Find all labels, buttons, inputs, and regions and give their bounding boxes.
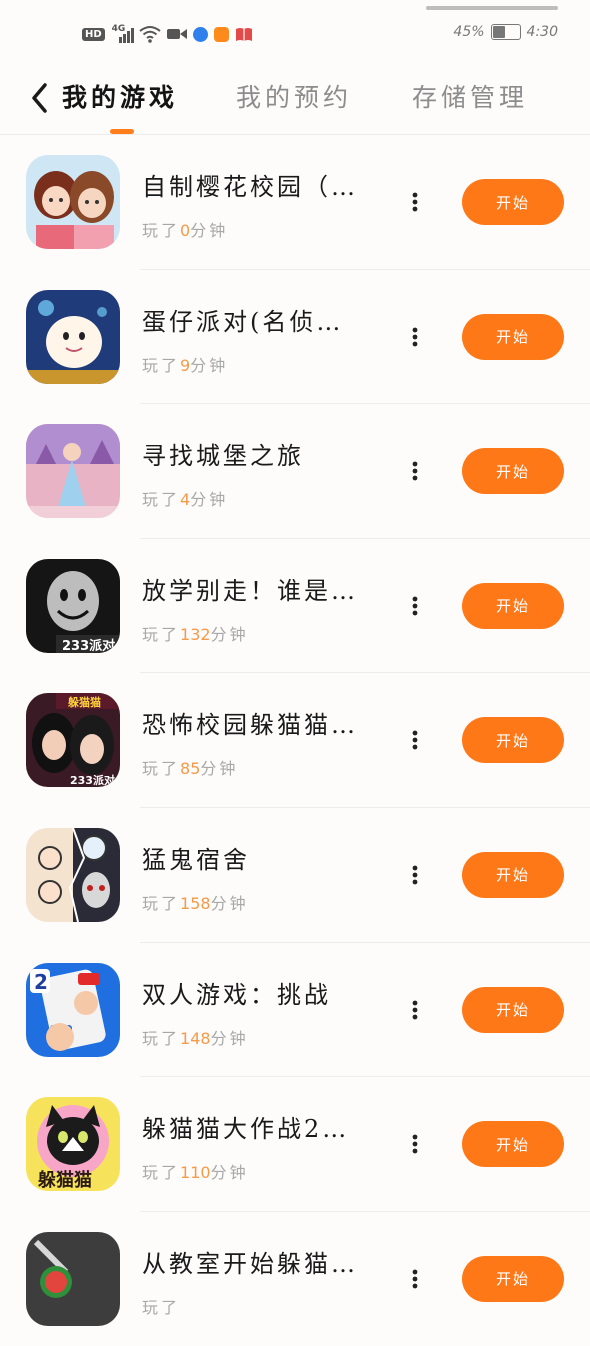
play-minutes: 110 — [180, 1163, 211, 1183]
game-title: 躲猫猫大作战2… — [142, 1115, 350, 1144]
game-row[interactable]: 猛鬼宿舍 玩了158分钟 开始 — [0, 808, 590, 943]
game-row[interactable]: 自制樱花校园（… 玩了0分钟 开始 — [0, 135, 590, 270]
game-row[interactable]: 躲猫猫 233派对 恐怖校园躲猫猫… 玩了85分钟 开始 — [0, 673, 590, 808]
game-row[interactable]: 2 双人游戏：挑战 玩了148分钟 开始 — [0, 943, 590, 1078]
more-options-icon[interactable] — [405, 728, 425, 752]
book-app-icon — [235, 27, 252, 41]
tab-my-games[interactable]: 我的游戏 — [62, 78, 178, 114]
game-row[interactable]: 躲猫猫 躲猫猫大作战2… 玩了110分钟 开始 — [0, 1077, 590, 1212]
badge-233: 233派对 — [70, 773, 115, 787]
play-minutes: 9 — [180, 355, 191, 375]
game-title: 猛鬼宿舍 — [142, 845, 250, 874]
more-options-icon[interactable] — [405, 325, 425, 349]
start-button[interactable]: 开始 — [462, 717, 564, 764]
game-row[interactable]: 233派对 放学别走！谁是… 玩了132分钟 开始 — [0, 539, 590, 674]
game-title: 蛋仔派对(名侦… — [142, 307, 344, 336]
more-options-icon[interactable] — [405, 1267, 425, 1291]
cell-signal-icon: 4G — [111, 24, 134, 44]
game-title: 从教室开始躲猫… — [142, 1249, 358, 1278]
back-arrow-icon[interactable] — [28, 82, 52, 114]
clock: 4:30 — [526, 24, 558, 40]
game-row[interactable]: 蛋仔派对(名侦… 玩了9分钟 开始 — [0, 270, 590, 405]
status-icons-left: HD 4G — [82, 22, 253, 46]
game-row[interactable]: 从教室开始躲猫… 玩了 开始 — [0, 1212, 590, 1346]
start-button[interactable]: 开始 — [462, 1255, 564, 1302]
start-button[interactable]: 开始 — [462, 179, 564, 225]
game-title: 寻找城堡之旅 — [142, 442, 304, 471]
start-button[interactable]: 开始 — [462, 582, 564, 629]
tab-storage-management[interactable]: 存储管理 — [412, 78, 528, 114]
play-time: 玩了9分钟 — [142, 355, 229, 375]
hd-badge: HD — [82, 27, 105, 41]
play-minutes: 85 — [180, 759, 201, 779]
game-list: 自制樱花校园（… 玩了0分钟 开始 蛋仔派对(名侦… 玩了9分钟 开始 寻找城堡… — [0, 135, 590, 1346]
game-title: 自制樱花校园（… — [142, 173, 358, 201]
start-button[interactable]: 开始 — [462, 448, 564, 495]
start-button[interactable]: 开始 — [462, 1121, 564, 1168]
play-minutes: 158 — [180, 893, 211, 913]
play-time: 玩了158分钟 — [142, 893, 249, 913]
smiling-mask-icon[interactable]: 233派对 — [26, 558, 120, 653]
status-icons-right: 45% 4:30 — [453, 24, 558, 40]
more-options-icon[interactable] — [405, 190, 425, 214]
active-tab-indicator — [110, 129, 134, 134]
game-title: 恐怖校园躲猫猫… — [142, 711, 358, 740]
more-options-icon[interactable] — [405, 594, 425, 618]
play-time: 玩了85分钟 — [142, 759, 239, 779]
play-time: 玩了4分钟 — [142, 490, 229, 510]
game-title: 放学别走！谁是… — [142, 576, 358, 605]
more-options-icon[interactable] — [405, 998, 425, 1022]
start-button[interactable]: 开始 — [462, 313, 564, 360]
more-options-icon[interactable] — [405, 459, 425, 483]
eggy-character-icon[interactable] — [26, 289, 120, 384]
battery-percent: 45% — [453, 24, 485, 40]
browser-app-icon — [192, 26, 208, 42]
watermelon-knife-icon[interactable] — [26, 1231, 120, 1326]
play-minutes: 148 — [180, 1028, 211, 1048]
two-player-cars-icon[interactable]: 2 — [26, 962, 120, 1057]
princess-castle-icon[interactable] — [26, 424, 120, 519]
badge-hide-seek: 躲猫猫 — [68, 695, 101, 709]
play-time: 玩了148分钟 — [142, 1028, 249, 1048]
start-button[interactable]: 开始 — [462, 851, 564, 898]
badge-2: 2 — [34, 970, 48, 994]
play-minutes: 4 — [180, 490, 191, 510]
video-app-icon — [213, 26, 229, 42]
anime-girls-icon[interactable] — [26, 155, 120, 249]
top-navigation: 我的游戏 我的预约 存储管理 — [0, 64, 590, 135]
game-row[interactable]: 寻找城堡之旅 玩了4分钟 开始 — [0, 404, 590, 539]
gesture-pill — [426, 6, 558, 10]
play-time: 玩了 — [142, 1297, 181, 1317]
more-options-icon[interactable] — [405, 863, 425, 887]
play-minutes: 132 — [180, 624, 211, 644]
tab-my-reservations[interactable]: 我的预约 — [236, 78, 352, 114]
start-button[interactable]: 开始 — [462, 986, 564, 1033]
more-options-icon[interactable] — [405, 1132, 425, 1156]
play-minutes: 0 — [180, 221, 191, 240]
play-time: 玩了0分钟 — [142, 221, 229, 240]
ghost-dorm-icon[interactable] — [26, 827, 120, 922]
play-time: 玩了132分钟 — [142, 624, 249, 644]
battery-icon — [490, 24, 521, 40]
status-bar: HD 4G 45% 4:30 — [0, 0, 590, 60]
school-girls-hide-icon[interactable]: 躲猫猫 233派对 — [26, 693, 120, 788]
wifi-icon — [139, 26, 161, 43]
video-camera-icon — [166, 29, 187, 39]
game-title: 双人游戏：挑战 — [142, 980, 331, 1009]
play-time: 玩了110分钟 — [142, 1163, 249, 1183]
badge-hide-seek: 躲猫猫 — [38, 1169, 92, 1191]
badge-233: 233派对 — [62, 638, 115, 653]
black-cat-icon[interactable]: 躲猫猫 — [26, 1097, 120, 1192]
